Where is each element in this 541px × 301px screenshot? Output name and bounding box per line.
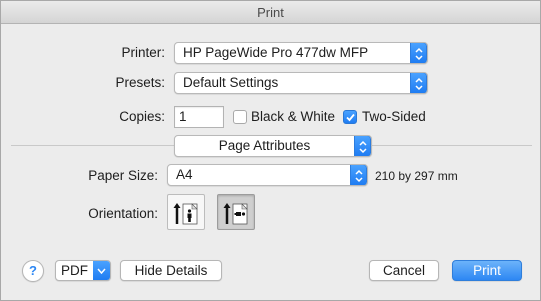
portrait-orientation-icon	[173, 203, 198, 225]
two-sided-label: Two-Sided	[362, 109, 426, 124]
printer-value: HP PageWide Pro 477dw MFP	[183, 45, 369, 60]
landscape-orientation-icon	[223, 203, 248, 225]
copies-input[interactable]: 1	[174, 106, 224, 128]
presets-label: Presets:	[115, 75, 165, 90]
orientation-portrait-button[interactable]	[167, 194, 205, 230]
orientation-landscape-button[interactable]	[217, 194, 255, 230]
divider-right	[372, 145, 532, 146]
orientation-label: Orientation:	[88, 206, 158, 221]
paper-dimensions: 210 by 297 mm	[375, 169, 458, 183]
section-stepper-icon	[354, 136, 371, 156]
presets-popup[interactable]: Default Settings	[174, 72, 428, 94]
printer-stepper-icon	[410, 43, 427, 63]
section-popup[interactable]: Page Attributes	[174, 135, 372, 157]
chevron-down-icon	[93, 261, 110, 280]
pdf-menu-button[interactable]: PDF	[55, 260, 111, 281]
black-white-label: Black & White	[251, 109, 336, 124]
divider-left	[11, 145, 174, 146]
two-sided-checkbox[interactable]	[343, 110, 357, 124]
section-value: Page Attributes	[218, 138, 311, 153]
print-dialog: Print Printer: HP PageWide Pro 477dw MFP…	[0, 0, 541, 301]
printer-popup[interactable]: HP PageWide Pro 477dw MFP	[174, 42, 428, 64]
window-title: Print	[1, 1, 540, 24]
help-button[interactable]: ?	[22, 260, 44, 282]
pdf-label: PDF	[61, 263, 88, 278]
paper-size-value: A4	[176, 167, 193, 182]
paper-size-popup[interactable]: A4	[167, 164, 368, 186]
presets-value: Default Settings	[183, 75, 279, 90]
checkmark-icon	[346, 113, 355, 122]
paper-size-label: Paper Size:	[88, 168, 158, 183]
hide-details-button[interactable]: Hide Details	[120, 260, 222, 281]
paper-size-stepper-icon	[350, 165, 367, 185]
presets-stepper-icon	[410, 73, 427, 93]
print-button[interactable]: Print	[452, 260, 522, 281]
copies-label: Copies:	[119, 109, 165, 124]
printer-label: Printer:	[121, 45, 165, 60]
black-white-checkbox[interactable]	[233, 110, 247, 124]
cancel-button[interactable]: Cancel	[369, 260, 439, 281]
